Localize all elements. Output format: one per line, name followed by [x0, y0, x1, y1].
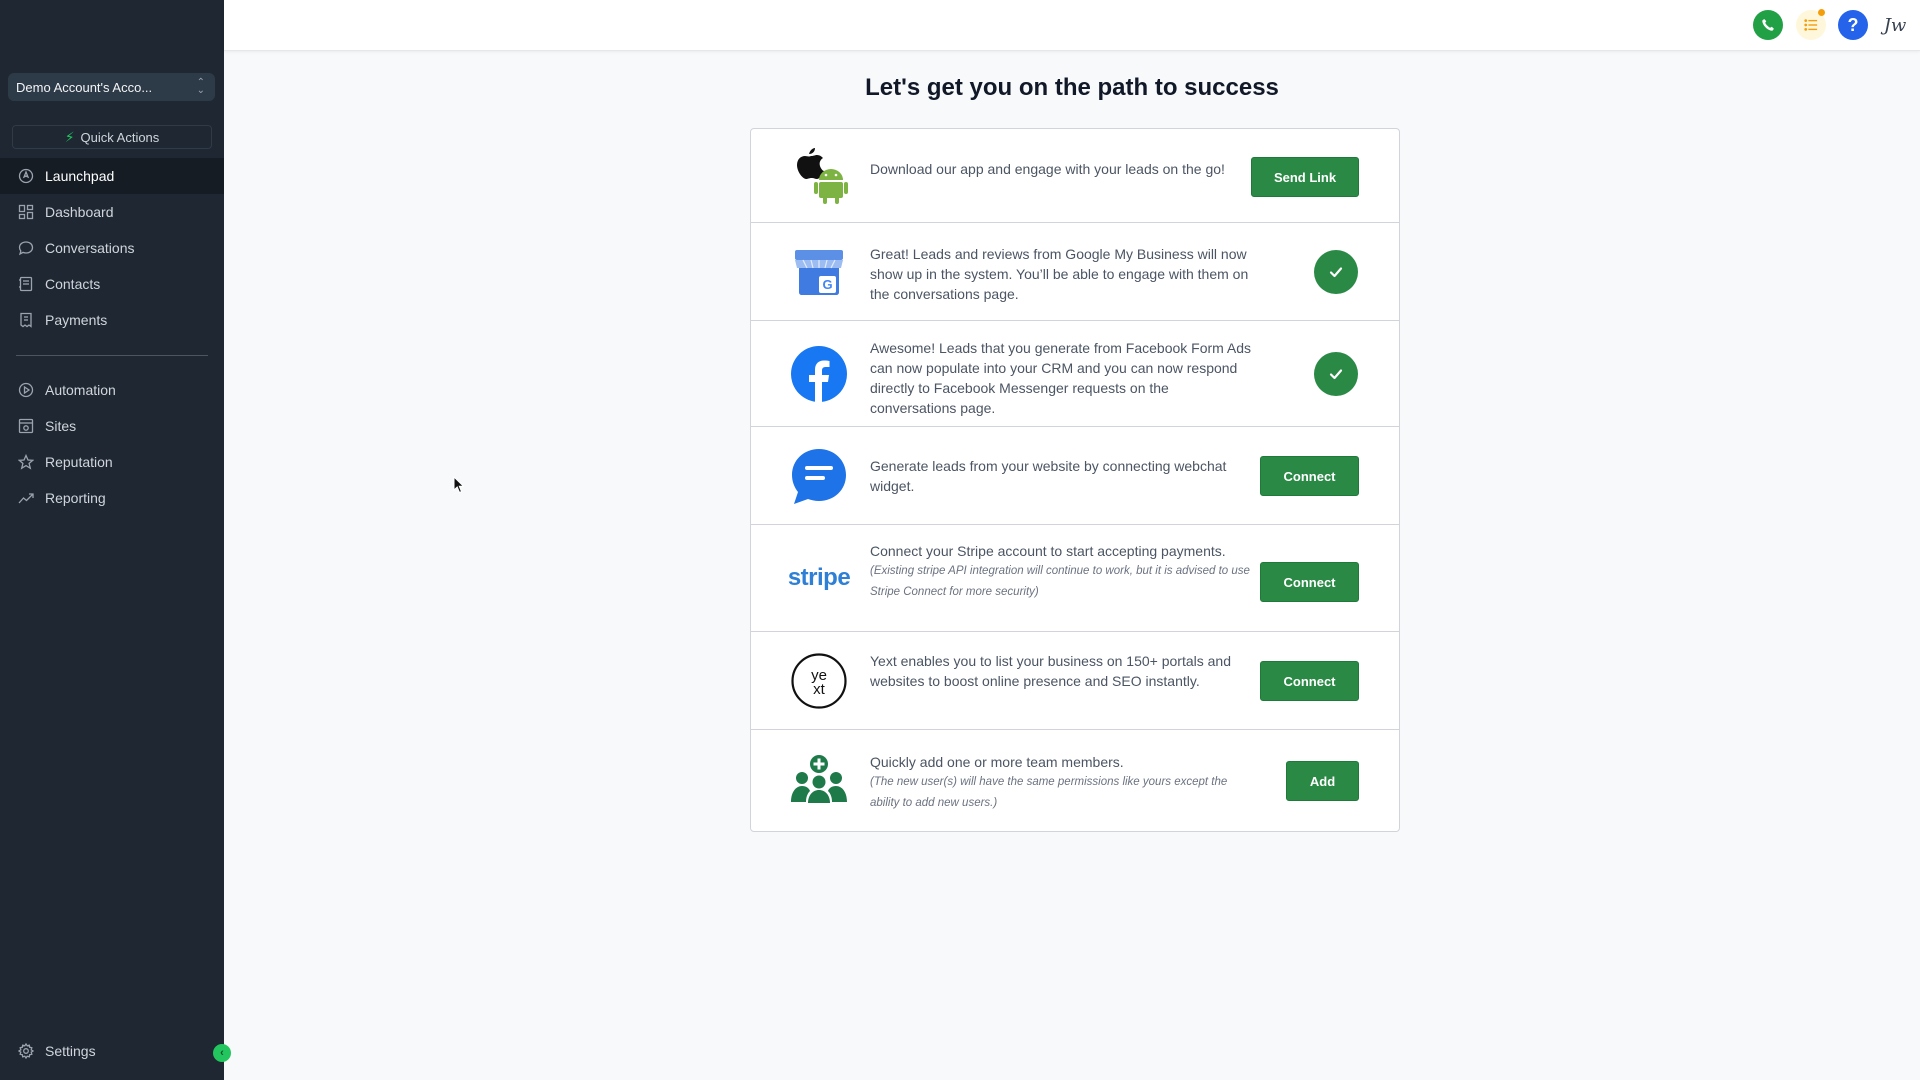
svg-text:G: G	[822, 277, 832, 292]
stripe-icon: stripe	[787, 548, 851, 608]
user-avatar[interactable]: Jw	[1880, 10, 1910, 40]
send-link-button[interactable]: Send Link	[1251, 157, 1359, 197]
onboarding-row-team: Quickly add one or more team members. (T…	[751, 730, 1399, 831]
onboarding-row-stripe: stripe Connect your Stripe account to st…	[751, 525, 1399, 632]
yext-icon: ye xt	[789, 651, 849, 711]
star-icon	[18, 454, 34, 470]
connect-stripe-button[interactable]: Connect	[1260, 562, 1359, 602]
trend-icon	[18, 493, 34, 504]
sidebar-item-label: Settings	[45, 1043, 96, 1059]
apple-android-icon	[789, 146, 849, 206]
sidebar-item-label: Contacts	[45, 276, 101, 292]
row-description: Download our app and engage with your le…	[870, 161, 1225, 177]
row-description: Quickly add one or more team members.	[870, 754, 1124, 770]
sidebar-item-label: Payments	[45, 312, 108, 328]
webchat-icon	[789, 446, 849, 506]
row-description: Connect your Stripe account to start acc…	[870, 543, 1226, 559]
quick-actions-label: Quick Actions	[80, 129, 160, 145]
topbar: ? Jw	[224, 0, 1920, 51]
sidebar: Demo Account's Acco... ⌃ ⌄ ⚡ Quick Action…	[0, 0, 231, 1080]
sidebar-item-payments[interactable]: Payments	[0, 302, 224, 338]
sidebar-item-label: Conversations	[45, 240, 135, 256]
sidebar-item-label: Dashboard	[45, 204, 114, 220]
quick-actions-button[interactable]: ⚡ Quick Actions	[12, 125, 212, 149]
sidebar-item-label: Reporting	[45, 490, 106, 506]
chat-icon	[18, 241, 34, 256]
account-switcher[interactable]: Demo Account's Acco... ⌃ ⌄	[8, 73, 215, 101]
sidebar-divider	[16, 355, 208, 356]
sidebar-item-conversations[interactable]: Conversations	[0, 230, 224, 266]
row-description-block: Quickly add one or more team members. (T…	[870, 752, 1255, 814]
row-description-block: Connect your Stripe account to start acc…	[870, 541, 1255, 603]
yext-logo-text-bottom: xt	[813, 681, 826, 698]
sidebar-nav-primary: Launchpad Dashboard Conversations Contac…	[0, 158, 224, 338]
add-team-members-button[interactable]: Add	[1286, 761, 1359, 801]
connect-webchat-button[interactable]: Connect	[1260, 456, 1359, 496]
row-description: Awesome! Leads that you generate from Fa…	[870, 340, 1252, 416]
onboarding-row-webchat: Generate leads from your website by conn…	[751, 427, 1399, 525]
onboarding-row-yext: ye xt Yext enables you to list your busi…	[751, 632, 1399, 730]
gear-icon	[18, 1043, 34, 1059]
onboarding-card: Download our app and engage with your le…	[750, 128, 1400, 832]
connected-check-badge	[1314, 250, 1358, 294]
row-description: Yext enables you to list your business o…	[870, 653, 1231, 689]
phone-button[interactable]	[1753, 10, 1783, 40]
help-button[interactable]: ?	[1838, 10, 1868, 40]
collapse-sidebar-button[interactable]: ‹	[213, 1044, 231, 1062]
onboarding-row-google: G Great! Leads and reviews from Google M…	[751, 223, 1399, 321]
checkmark-icon	[1329, 267, 1343, 278]
sites-icon	[18, 418, 34, 434]
row-description: Great! Leads and reviews from Google My …	[870, 246, 1249, 302]
payments-icon	[20, 312, 32, 328]
onboarding-row-facebook: Awesome! Leads that you generate from Fa…	[751, 321, 1399, 427]
signature-avatar: Jw	[1883, 14, 1907, 36]
sidebar-item-automation[interactable]: Automation	[0, 372, 224, 408]
sidebar-item-launchpad[interactable]: Launchpad	[0, 158, 224, 194]
contacts-icon	[19, 276, 33, 292]
account-name: Demo Account's Acco...	[16, 79, 153, 95]
team-add-icon	[789, 750, 849, 810]
automation-icon	[18, 382, 34, 398]
page-title: Let's get you on the path to success	[865, 74, 1279, 101]
notification-dot	[1818, 9, 1825, 16]
connect-yext-button[interactable]: Connect	[1260, 661, 1359, 701]
sidebar-item-reputation[interactable]: Reputation	[0, 444, 224, 480]
sidebar-item-label: Automation	[45, 382, 116, 398]
tasks-button[interactable]	[1796, 9, 1826, 40]
connected-check-badge	[1314, 352, 1358, 396]
lightning-icon: ⚡	[64, 128, 75, 145]
help-icon: ?	[1847, 14, 1859, 35]
google-my-business-icon: G	[789, 242, 849, 302]
sidebar-item-reporting[interactable]: Reporting	[0, 480, 224, 516]
chevron-left-icon: ‹	[220, 1047, 224, 1059]
onboarding-row-app: Download our app and engage with your le…	[751, 129, 1399, 223]
sidebar-item-dashboard[interactable]: Dashboard	[0, 194, 224, 230]
grid-icon	[18, 204, 34, 220]
stripe-logo-text: stripe	[787, 564, 851, 591]
sidebar-settings: Settings	[0, 1033, 224, 1069]
sidebar-item-settings[interactable]: Settings	[0, 1033, 224, 1069]
chevron-updown-icon: ⌃ ⌄	[196, 77, 205, 96]
mouse-cursor-icon	[453, 476, 465, 494]
list-icon	[1804, 19, 1818, 31]
rocket-icon	[18, 168, 34, 184]
sidebar-item-contacts[interactable]: Contacts	[0, 266, 224, 302]
sidebar-item-sites[interactable]: Sites	[0, 408, 224, 444]
phone-icon	[1762, 19, 1774, 31]
row-note: (The new user(s) will have the same perm…	[870, 776, 1228, 809]
sidebar-item-label: Launchpad	[45, 168, 115, 184]
checkmark-icon	[1329, 369, 1343, 380]
row-note: (Existing stripe API integration will co…	[870, 565, 1250, 598]
facebook-icon	[789, 344, 849, 404]
sidebar-item-label: Reputation	[45, 454, 113, 470]
row-description: Generate leads from your website by conn…	[870, 458, 1227, 494]
sidebar-item-label: Sites	[45, 418, 77, 434]
sidebar-nav-secondary: Automation Sites Reputation Reporting	[0, 372, 224, 516]
